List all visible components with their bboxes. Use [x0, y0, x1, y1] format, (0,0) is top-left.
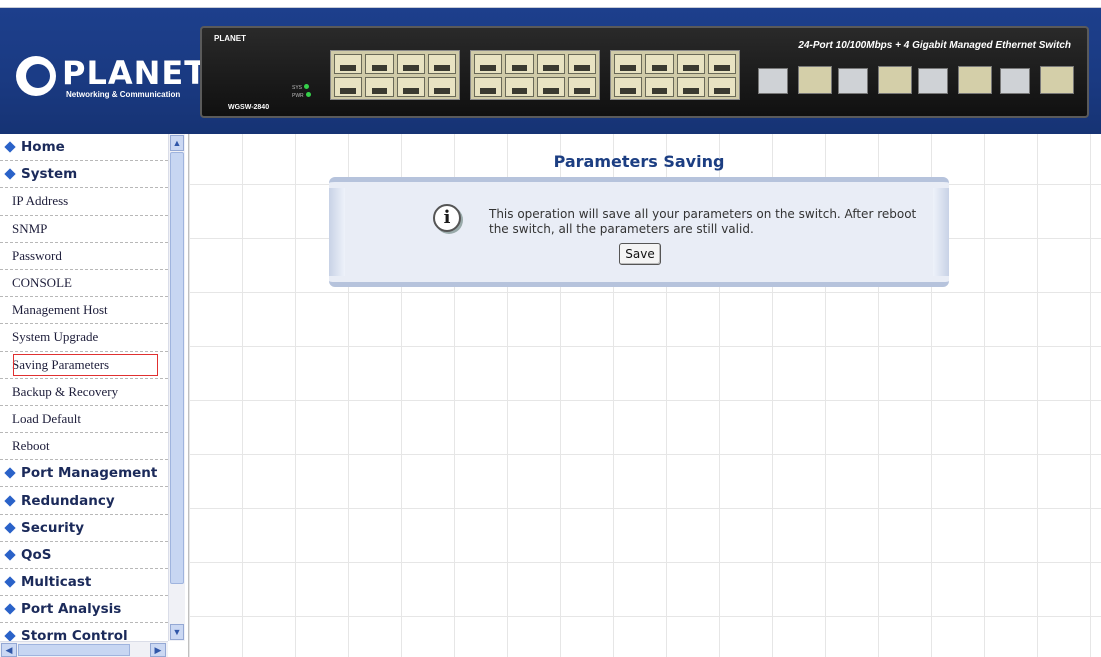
- selection-outline: [13, 353, 158, 376]
- logo-text: PLANET: [62, 54, 208, 92]
- sidebar-item-label: Security: [21, 519, 85, 536]
- sfp-slot-26: [838, 68, 868, 94]
- sidebar-item-password[interactable]: Password: [0, 243, 168, 270]
- diamond-bullet-icon: [4, 549, 16, 561]
- sidebar-item-system-upgrade[interactable]: System Upgrade: [0, 324, 168, 352]
- gigabit-port-26: [878, 66, 912, 94]
- sys-led-icon: [304, 84, 310, 89]
- sidebar-item-console[interactable]: CONSOLE: [0, 270, 168, 298]
- sidebar-item-multicast[interactable]: Multicast: [0, 569, 168, 597]
- sidebar-item-security[interactable]: Security: [0, 515, 168, 542]
- sfp-slot-25: [758, 68, 788, 94]
- status-leds: SYS PWR: [292, 84, 311, 100]
- sidebar-menu: Home System IP Address SNMP Password CONSOLE M…: [0, 134, 168, 651]
- sidebar-item-snmp[interactable]: SNMP: [0, 216, 168, 243]
- sidebar-item-qos[interactable]: QoS: [0, 542, 168, 569]
- sidebar-item-label: Redundancy: [21, 492, 115, 509]
- sidebar-horizontal-scrollbar[interactable]: ◀ ▶: [0, 641, 168, 657]
- sidebar-item-label: Password: [12, 247, 62, 263]
- led-label-sys: SYS: [292, 85, 303, 91]
- gigabit-port-25: [798, 66, 832, 94]
- scroll-down-icon[interactable]: ▼: [170, 624, 184, 640]
- diamond-bullet-icon: [4, 603, 16, 615]
- save-button[interactable]: Save: [619, 243, 661, 265]
- switch-title: 24-Port 10/100Mbps + 4 Gigabit Managed E…: [798, 40, 1071, 51]
- sidebar-item-label: QoS: [21, 546, 52, 563]
- page-title: Parameters Saving: [553, 152, 725, 171]
- planet-logo: PLANET Networking & Communication: [14, 54, 206, 104]
- scroll-right-icon[interactable]: ▶: [150, 643, 166, 657]
- sidebar-vertical-scrollbar[interactable]: ▲ ▼: [168, 134, 185, 641]
- sidebar-item-label: Port Management: [21, 465, 158, 482]
- sidebar-item-label: Backup & Recovery: [12, 383, 119, 399]
- sidebar-item-label: System: [21, 166, 78, 183]
- pwr-led-icon: [305, 92, 311, 97]
- sidebar-item-port-management[interactable]: Port Management: [0, 460, 168, 488]
- main-content: Parameters Saving i This operation will …: [189, 134, 1101, 657]
- scroll-left-icon[interactable]: ◀: [1, 643, 17, 657]
- port-group-2: [470, 50, 600, 100]
- sidebar-item-label: Load Default: [12, 410, 81, 426]
- logo-circle-icon: [16, 56, 56, 96]
- sidebar-item-label: System Upgrade: [12, 329, 99, 345]
- diamond-bullet-icon: [4, 141, 16, 153]
- sidebar-item-label: Reboot: [12, 438, 50, 454]
- sidebar-item-label: IP Address: [12, 193, 69, 209]
- top-border: [0, 0, 1101, 8]
- sidebar-item-label: Multicast: [21, 574, 92, 591]
- switch-brand: PLANET: [214, 34, 246, 43]
- sidebar-item-label: Home: [21, 139, 65, 156]
- sidebar-item-system[interactable]: System: [0, 161, 168, 189]
- sidebar-item-ip-address[interactable]: IP Address: [0, 188, 168, 216]
- info-message: This operation will save all your parame…: [489, 207, 917, 236]
- diamond-bullet-icon: [4, 522, 16, 534]
- sidebar-item-home[interactable]: Home: [0, 134, 168, 162]
- sidebar-item-backup-recovery[interactable]: Backup & Recovery: [0, 379, 168, 406]
- scrollbar-thumb[interactable]: [170, 152, 184, 584]
- sidebar: Home System IP Address SNMP Password CONSOLE M…: [0, 134, 189, 657]
- header-banner: PLANET Networking & Communication PLANET…: [0, 8, 1101, 134]
- diamond-bullet-icon: [4, 494, 16, 507]
- info-panel: i This operation will save all your para…: [329, 177, 949, 287]
- gigabit-port-27: [958, 66, 992, 94]
- logo-tagline: Networking & Communication: [66, 90, 181, 99]
- switch-model: WGSW-2840: [228, 104, 270, 111]
- port-group-3: [610, 50, 740, 100]
- sidebar-item-label: Management Host: [12, 302, 108, 318]
- sidebar-item-label: Port Analysis: [21, 601, 122, 618]
- sidebar-item-port-analysis[interactable]: Port Analysis: [0, 596, 168, 624]
- sfp-slot-27: [918, 68, 948, 94]
- diamond-bullet-icon: [4, 467, 16, 480]
- gigabit-port-28: [1040, 66, 1074, 94]
- diamond-bullet-icon: [4, 576, 16, 588]
- sidebar-item-label: SNMP: [12, 220, 48, 236]
- scroll-up-icon[interactable]: ▲: [170, 135, 184, 151]
- port-group-1: [330, 50, 460, 100]
- sidebar-item-management-host[interactable]: Management Host: [0, 297, 168, 325]
- sidebar-item-reboot[interactable]: Reboot: [0, 433, 168, 461]
- sidebar-item-load-default[interactable]: Load Default: [0, 406, 168, 434]
- sidebar-item-saving-parameters[interactable]: Saving Parameters: [0, 352, 168, 379]
- sidebar-item-redundancy[interactable]: Redundancy: [0, 487, 168, 515]
- horizontal-scrollbar-thumb[interactable]: [18, 644, 130, 656]
- sidebar-item-label: CONSOLE: [12, 275, 72, 291]
- sfp-slot-28: [1000, 68, 1030, 94]
- switch-front-panel: PLANET WGSW-2840 SYS PWR 24-Port 10/100M…: [200, 26, 1089, 118]
- info-icon: i: [433, 204, 461, 232]
- diamond-bullet-icon: [4, 168, 16, 180]
- led-label-pwr: PWR: [292, 93, 304, 99]
